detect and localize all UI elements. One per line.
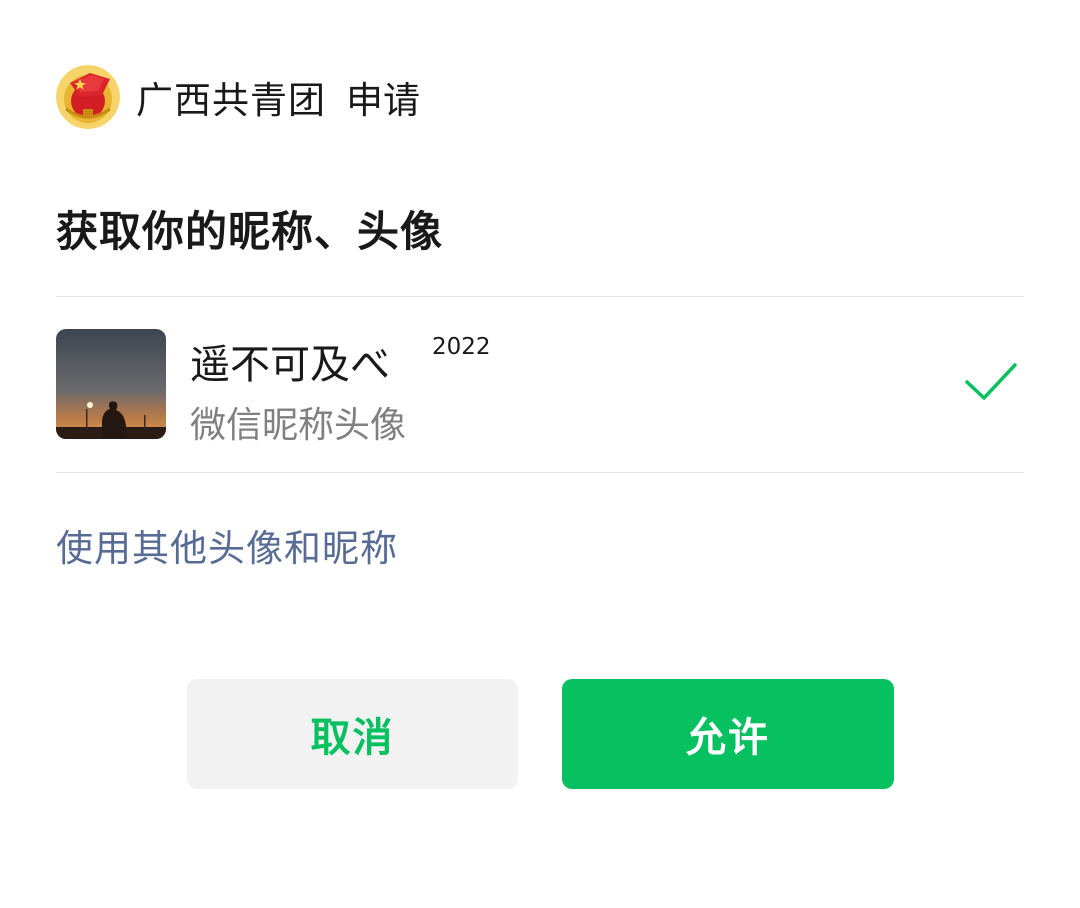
request-label: 申请 [346, 79, 420, 122]
profile-subtitle: 微信昵称头像 [190, 405, 407, 446]
avatar [56, 329, 166, 439]
divider [56, 296, 1024, 297]
authorization-sheet: 广西共青团 申请 获取你的昵称、头像 遥不可及べ 2022 微信昵称头像 使用其… [0, 0, 1080, 908]
profile-option[interactable]: 遥不可及べ 2022 微信昵称头像 [56, 328, 1024, 446]
app-name: 广西共青团 [136, 79, 326, 122]
youth-league-badge-icon [56, 65, 120, 129]
checkmark-icon [964, 360, 1018, 404]
sheet-header: 广西共青团 申请 [56, 64, 420, 130]
allow-button[interactable]: 允许 [562, 679, 894, 789]
cancel-button[interactable]: 取消 [187, 679, 518, 789]
divider [56, 472, 1024, 473]
permission-title: 获取你的昵称、头像 [56, 207, 444, 256]
use-other-avatar-link[interactable]: 使用其他头像和昵称 [56, 518, 398, 572]
nickname: 遥不可及べ [190, 342, 390, 388]
nickname-suffix: 2022 [432, 334, 491, 360]
